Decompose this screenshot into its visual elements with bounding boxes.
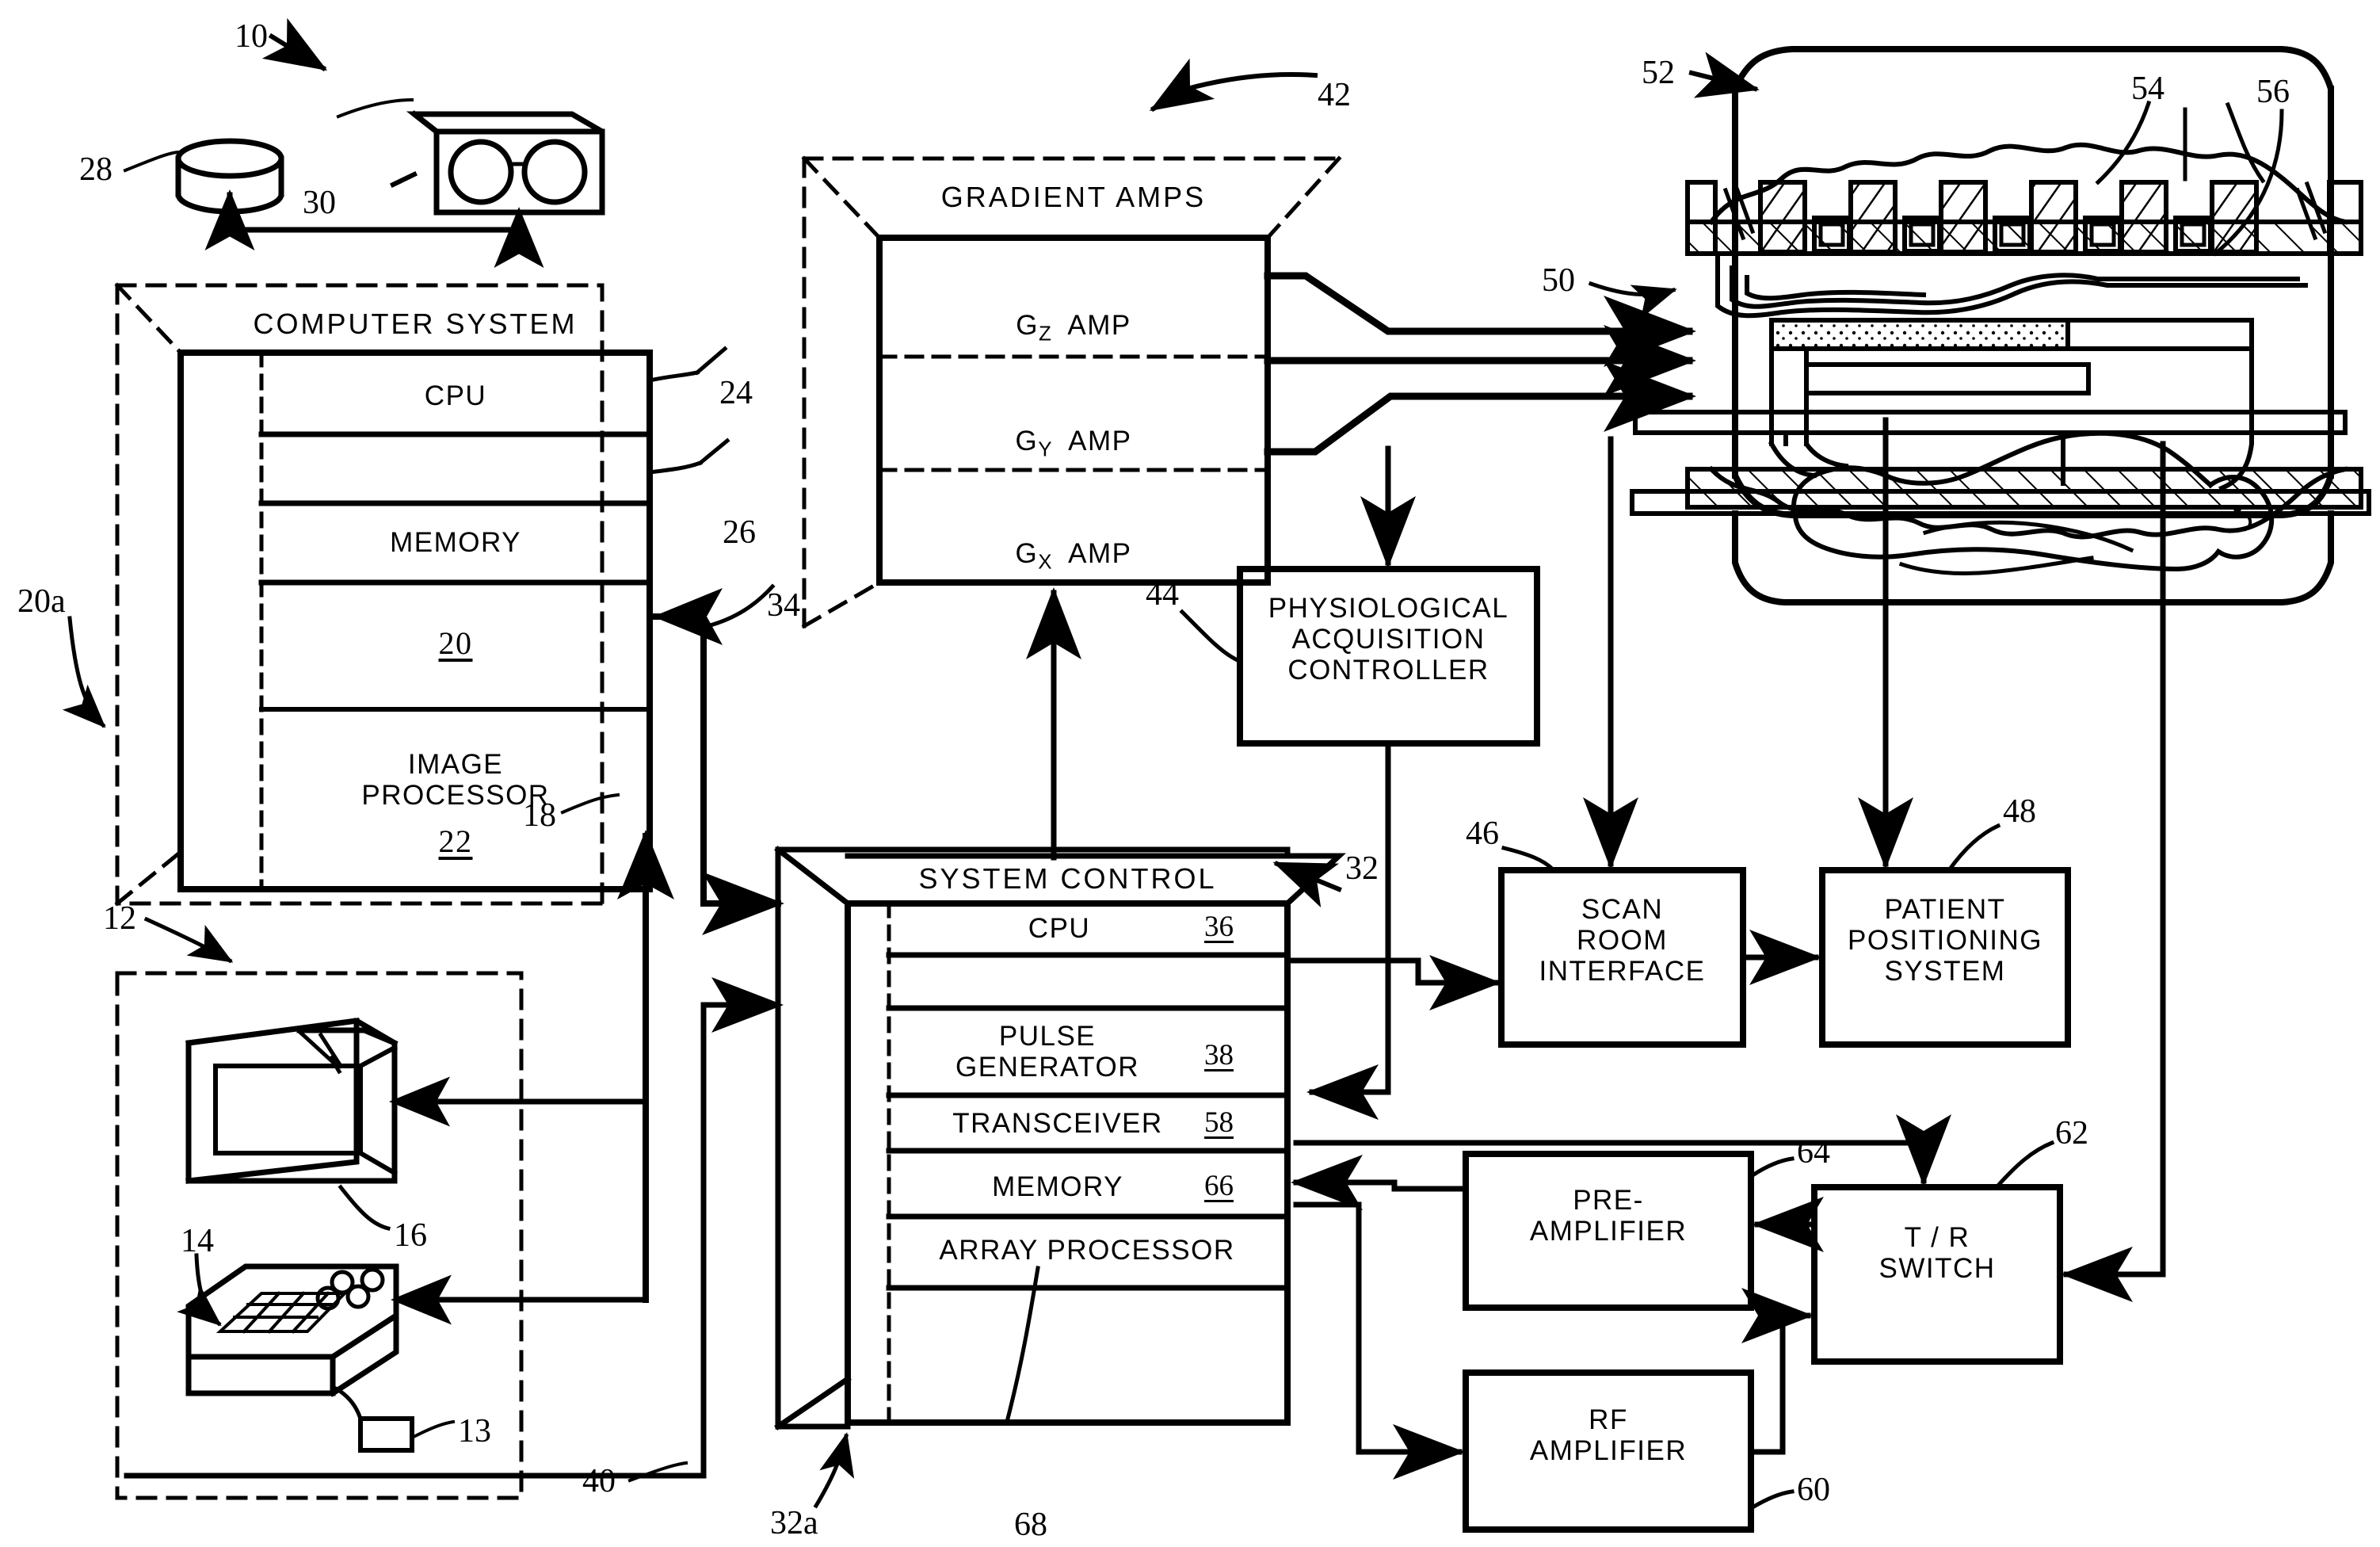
ref-14: 14 [181, 1223, 214, 1259]
ref-32: 32 [1345, 850, 1379, 887]
gz-axis: Z [1038, 321, 1051, 346]
transceiver-number: 58 [1204, 1106, 1234, 1139]
gy-amp: AMP [1068, 426, 1132, 457]
sc-cpu-number: 36 [1204, 911, 1234, 943]
computer-system-title: COMPUTER SYSTEM [253, 307, 578, 340]
ref-50: 50 [1542, 262, 1575, 299]
patent-figure: 10 28 30 24 26 20a 34 12 16 18 14 13 40 … [0, 0, 2380, 1547]
ref-30: 30 [303, 185, 336, 221]
ref-40: 40 [582, 1463, 616, 1499]
ref-52: 52 [1642, 55, 1675, 91]
gradient-amps-title: GRADIENT AMPS [940, 181, 1207, 213]
physiological-acquisition-controller-label: PHYSIOLOGICAL ACQUISITION CONTROLLER [1268, 593, 1509, 686]
gy-amp-row: GY AMP [879, 395, 1268, 461]
ref-13: 13 [458, 1413, 491, 1450]
gy-axis: Y [1038, 437, 1052, 461]
ref-62: 62 [2055, 1115, 2088, 1152]
ref-20a: 20a [17, 583, 66, 620]
ref-12: 12 [103, 900, 136, 937]
gx-amp: AMP [1068, 538, 1132, 570]
ref-16: 16 [394, 1217, 427, 1254]
image-processor-label: IMAGE PROCESSOR [361, 749, 550, 812]
ref-60: 60 [1797, 1472, 1830, 1508]
ref-26: 26 [723, 514, 756, 551]
gx-g: G [1015, 538, 1039, 570]
computer-memory-label: MEMORY [390, 527, 521, 558]
ref-42: 42 [1318, 77, 1351, 113]
gz-amp: AMP [1067, 310, 1131, 342]
ref-48: 48 [2003, 793, 2036, 830]
ref-34: 34 [767, 587, 800, 624]
array-processor-label: ARRAY PROCESSOR [939, 1235, 1235, 1266]
ref-24: 24 [719, 375, 753, 411]
ref-64: 64 [1797, 1134, 1830, 1171]
image-processor-number: 22 [438, 823, 473, 859]
ref-28: 28 [79, 151, 113, 188]
rf-amplifier-label: RF AMPLIFIER [1529, 1404, 1688, 1467]
gx-amp-row: GX AMP [879, 507, 1268, 574]
ref-68: 68 [1014, 1507, 1047, 1543]
sc-memory-number: 66 [1204, 1170, 1234, 1202]
gy-g: G [1015, 426, 1039, 457]
pre-amplifier-label: PRE- AMPLIFIER [1529, 1185, 1688, 1247]
sc-cpu-label: CPU [1028, 913, 1091, 944]
ref-46: 46 [1466, 816, 1499, 852]
tr-switch-label: T / R SWITCH [1878, 1222, 1996, 1285]
ref-44: 44 [1146, 576, 1179, 613]
gx-axis: X [1038, 549, 1052, 574]
pulse-generator-number: 38 [1204, 1039, 1234, 1071]
patient-positioning-system-label: PATIENT POSITIONING SYSTEM [1848, 894, 2042, 987]
scan-room-interface-label: SCAN ROOM INTERFACE [1539, 894, 1706, 987]
sc-memory-label: MEMORY [992, 1171, 1123, 1202]
system-control-title: SYSTEM CONTROL [918, 862, 1217, 895]
transceiver-label: TRANSCEIVER [952, 1108, 1163, 1139]
computer-system-number: 20 [438, 625, 473, 661]
gz-g: G [1016, 310, 1039, 342]
gz-amp-row: GZ AMP [879, 279, 1268, 346]
ref-10: 10 [235, 18, 268, 55]
computer-cpu-label: CPU [424, 380, 487, 411]
ref-54: 54 [2131, 71, 2165, 107]
ref-32a: 32a [770, 1505, 818, 1541]
pulse-generator-label: PULSE GENERATOR [955, 1021, 1139, 1083]
ref-56: 56 [2256, 74, 2290, 110]
